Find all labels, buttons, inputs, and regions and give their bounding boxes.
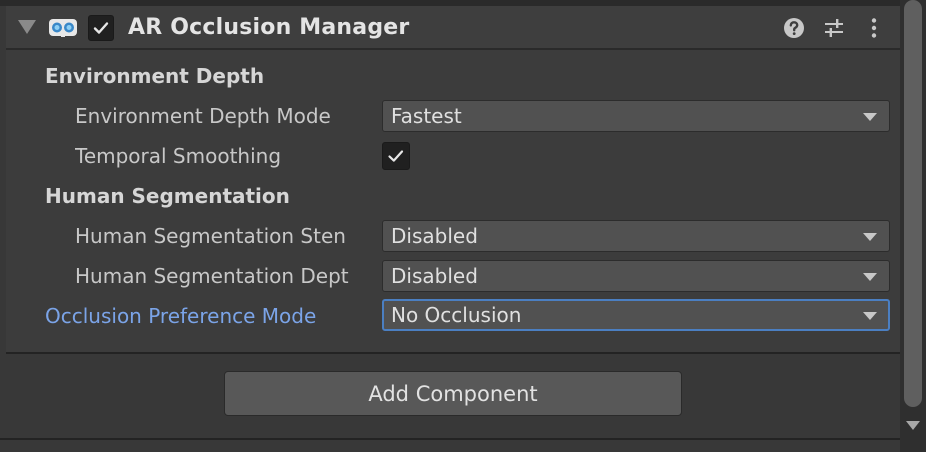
environment-depth-heading: Environment Depth [45, 64, 265, 88]
bottom-divider [0, 438, 900, 440]
environment-depth-mode-label: Environment Depth Mode [75, 104, 331, 128]
temporal-smoothing-label: Temporal Smoothing [75, 144, 282, 168]
component-panel: AR Occlusion Manager Environment Depth E… [6, 6, 900, 354]
ar-goggles-icon [49, 19, 77, 37]
occlusion-preference-mode-dropdown[interactable]: No Occlusion [382, 299, 890, 331]
presets-icon[interactable] [822, 16, 846, 40]
human-segmentation-depth-label: Human Segmentation Dept [75, 264, 349, 288]
component-title: AR Occlusion Manager [128, 15, 410, 40]
environment-depth-mode-dropdown[interactable]: Fastest [382, 100, 890, 132]
human-segmentation-depth-dropdown[interactable]: Disabled [382, 260, 890, 292]
add-component-button[interactable]: Add Component [224, 371, 682, 416]
foldout-arrow-icon[interactable] [18, 20, 36, 34]
chevron-down-icon [863, 273, 877, 281]
dropdown-value: No Occlusion [391, 303, 522, 327]
occlusion-preference-mode-label: Occlusion Preference Mode [45, 304, 317, 328]
human-segmentation-heading: Human Segmentation [45, 184, 290, 208]
checkmark-icon [388, 150, 404, 162]
human-segmentation-stencil-label: Human Segmentation Sten [75, 224, 346, 248]
help-icon[interactable] [782, 16, 806, 40]
checkmark-icon [93, 22, 109, 34]
component-header[interactable]: AR Occlusion Manager [6, 6, 900, 50]
dropdown-value: Disabled [391, 224, 478, 248]
scrollbar-thumb[interactable] [904, 0, 922, 407]
dropdown-value: Fastest [391, 104, 462, 128]
temporal-smoothing-checkbox[interactable] [382, 142, 410, 170]
human-segmentation-stencil-dropdown[interactable]: Disabled [382, 220, 890, 252]
chevron-down-icon [863, 113, 877, 121]
chevron-down-icon [863, 312, 877, 320]
dropdown-value: Disabled [391, 264, 478, 288]
inspector-window: AR Occlusion Manager Environment Depth E… [0, 0, 926, 452]
component-enabled-checkbox[interactable] [88, 15, 114, 41]
chevron-down-icon [863, 233, 877, 241]
kebab-menu-icon[interactable] [862, 16, 886, 40]
scroll-down-arrow-icon[interactable] [906, 421, 920, 430]
